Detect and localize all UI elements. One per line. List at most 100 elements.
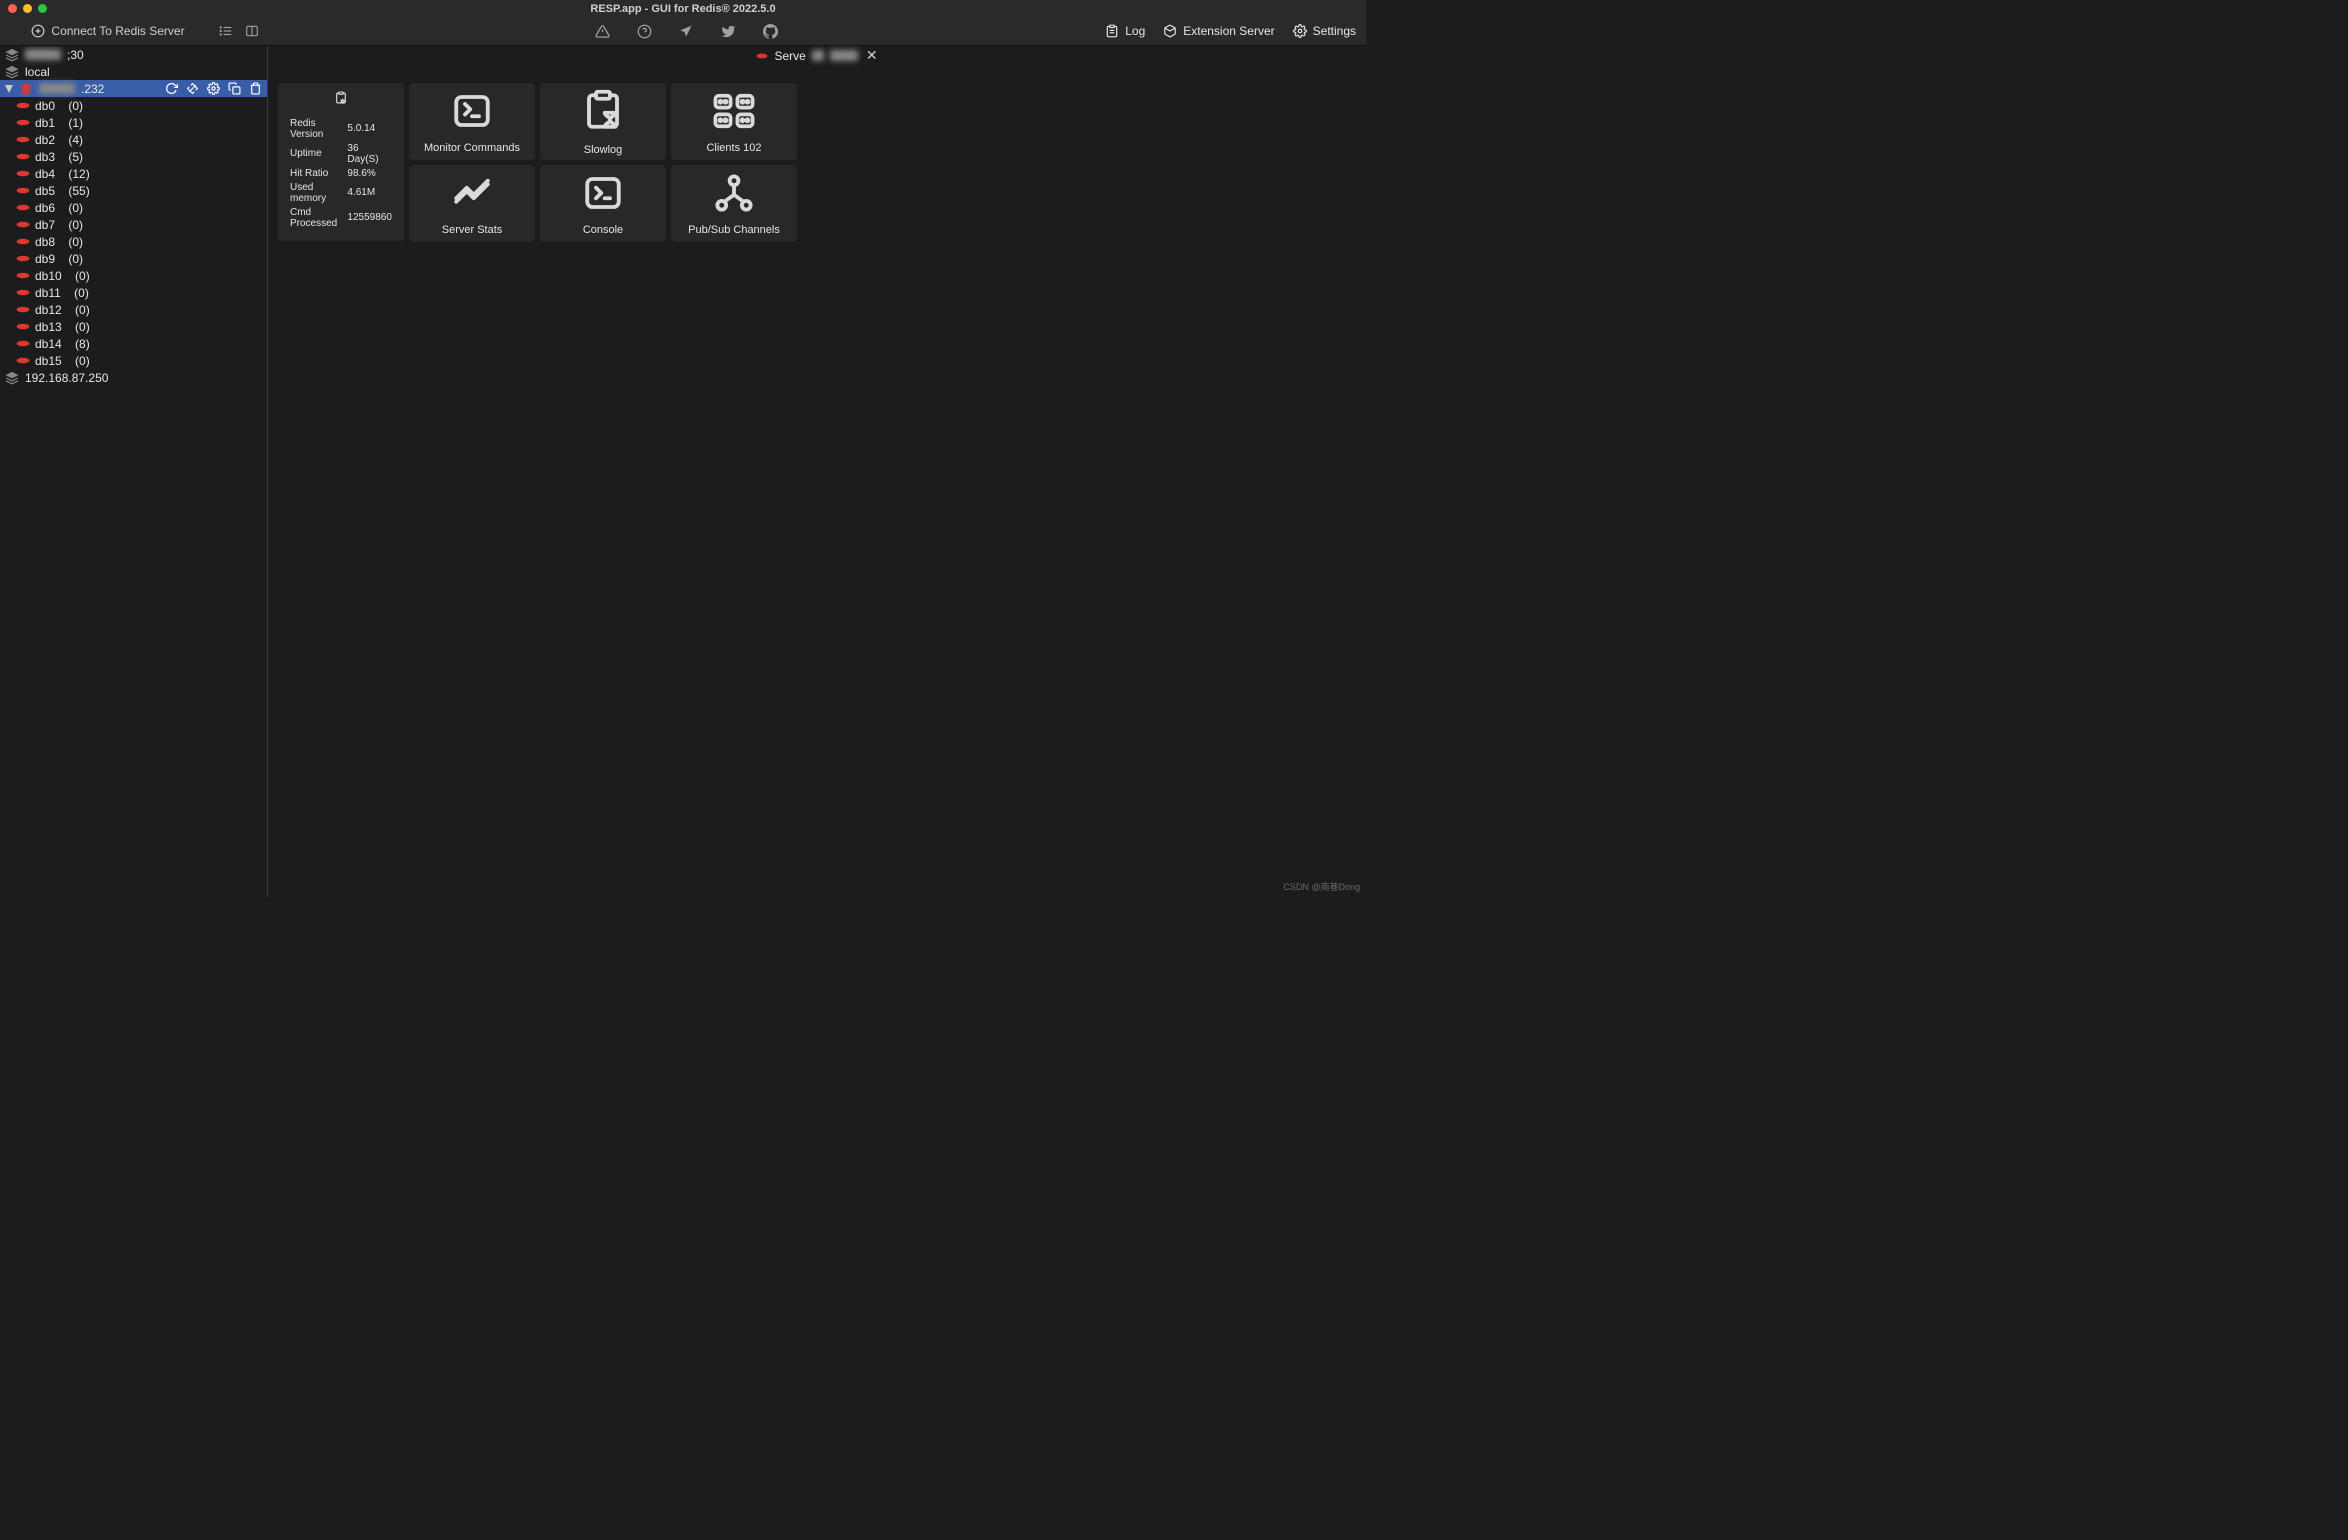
info-value: 98.6% xyxy=(343,167,392,179)
db-name: db3 xyxy=(35,150,55,164)
window-title: RESP.app - GUI for Redis® 2022.5.0 xyxy=(590,3,775,15)
info-value: 5.0.14 xyxy=(343,117,392,140)
db-row[interactable]: db9 (0) xyxy=(0,250,267,267)
db-count: (0) xyxy=(68,235,83,249)
redis-icon xyxy=(756,52,768,60)
log-label: Log xyxy=(1125,24,1145,38)
server-stats-label: Server Stats xyxy=(442,224,503,236)
db-row[interactable]: db3 (5) xyxy=(0,148,267,165)
db-name: db5 xyxy=(35,184,55,198)
db-name: db14 xyxy=(35,337,62,351)
info-label: Uptime xyxy=(290,142,341,165)
db-name: db0 xyxy=(35,99,55,113)
db-count: (12) xyxy=(68,167,89,181)
db-count: (0) xyxy=(75,354,90,368)
db-row[interactable]: db4 (12) xyxy=(0,165,267,182)
db-row[interactable]: db14 (8) xyxy=(0,335,267,352)
db-count: (0) xyxy=(75,320,90,334)
chart-icon xyxy=(451,172,493,214)
connect-to-server-button[interactable]: Connect To Redis Server xyxy=(6,21,210,41)
plus-circle-icon xyxy=(31,24,45,38)
github-icon[interactable] xyxy=(761,21,781,41)
network-icon xyxy=(713,172,755,214)
copy-icon[interactable] xyxy=(228,82,241,95)
db-name: db10 xyxy=(35,269,62,283)
plug-icon[interactable] xyxy=(186,82,199,95)
db-count: (0) xyxy=(68,252,83,266)
watermark: CSDN @南巷Dong xyxy=(1283,880,1360,893)
clipboard-hourglass-icon xyxy=(582,88,624,134)
info-label: Cmd Processed xyxy=(290,206,341,229)
db-count: (0) xyxy=(68,201,83,215)
db-row[interactable]: db10 (0) xyxy=(0,267,267,284)
db-row[interactable]: db0 (0) xyxy=(0,97,267,114)
extension-server-button[interactable]: Extension Server xyxy=(1163,24,1274,38)
minimize-window-button[interactable] xyxy=(23,4,32,13)
trash-icon[interactable] xyxy=(249,82,262,95)
info-value: 12559860 xyxy=(343,206,392,229)
db-count: (0) xyxy=(74,286,89,300)
settings-label: Settings xyxy=(1313,24,1356,38)
db-name: db9 xyxy=(35,252,55,266)
tab-label-hidden-1 xyxy=(812,50,824,61)
server-row[interactable]: ;30 xyxy=(0,46,267,63)
db-row[interactable]: db12 (0) xyxy=(0,301,267,318)
slowlog-label: Slowlog xyxy=(584,144,623,156)
main-area: ;30local.232 db0 (0)db1 (1)db2 (4)db3 (5… xyxy=(0,46,1366,897)
help-icon[interactable] xyxy=(635,21,655,41)
db-row[interactable]: db15 (0) xyxy=(0,352,267,369)
server-row[interactable]: local xyxy=(0,63,267,80)
server-info-card[interactable]: Redis Version5.0.14Uptime36 Day(S)Hit Ra… xyxy=(278,83,404,241)
db-name: db6 xyxy=(35,201,55,215)
db-name: db1 xyxy=(35,116,55,130)
clipboard-gear-icon xyxy=(319,91,363,105)
monitor-commands-card[interactable]: Monitor Commands xyxy=(409,83,535,160)
maximize-window-button[interactable] xyxy=(38,4,47,13)
connect-label: Connect To Redis Server xyxy=(51,24,184,38)
package-icon xyxy=(1163,24,1177,38)
db-count: (1) xyxy=(68,116,83,130)
settings-button[interactable]: Settings xyxy=(1293,24,1356,38)
server-row[interactable]: 192.168.87.250 xyxy=(0,369,267,386)
pubsub-card[interactable]: Pub/Sub Channels xyxy=(671,165,797,242)
db-row[interactable]: db7 (0) xyxy=(0,216,267,233)
info-label: Hit Ratio xyxy=(290,167,341,179)
extension-server-label: Extension Server xyxy=(1183,24,1274,38)
window-controls xyxy=(8,4,47,13)
tab-label: Serve xyxy=(774,49,805,63)
db-row[interactable]: db11 (0) xyxy=(0,284,267,301)
clients-card[interactable]: Clients 102 xyxy=(671,83,797,160)
content-pane: Serve ✕ Redis Version5.0.14Uptime36 Day(… xyxy=(268,46,1366,897)
slowlog-card[interactable]: Slowlog xyxy=(540,83,666,160)
monitor-commands-label: Monitor Commands xyxy=(424,142,520,154)
db-name: db12 xyxy=(35,303,62,317)
db-name: db7 xyxy=(35,218,55,232)
db-row[interactable]: db1 (1) xyxy=(0,114,267,131)
alert-icon[interactable] xyxy=(593,21,613,41)
telegram-icon[interactable] xyxy=(677,21,697,41)
info-label: Redis Version xyxy=(290,117,341,140)
close-tab-button[interactable]: ✕ xyxy=(866,47,878,64)
panel-toggle-icon[interactable] xyxy=(242,21,262,41)
tab-bar: Serve ✕ xyxy=(268,46,1366,65)
close-window-button[interactable] xyxy=(8,4,17,13)
refresh-icon[interactable] xyxy=(165,82,178,95)
list-view-icon[interactable] xyxy=(216,21,236,41)
db-row[interactable]: db13 (0) xyxy=(0,318,267,335)
db-row[interactable]: db6 (0) xyxy=(0,199,267,216)
grid-icon xyxy=(712,90,756,132)
console-card[interactable]: Console xyxy=(540,165,666,242)
log-button[interactable]: Log xyxy=(1105,24,1145,38)
console-icon xyxy=(582,172,624,214)
db-count: (0) xyxy=(75,269,90,283)
db-name: db2 xyxy=(35,133,55,147)
twitter-icon[interactable] xyxy=(719,21,739,41)
terminal-icon xyxy=(451,90,493,132)
connections-sidebar: ;30local.232 db0 (0)db1 (1)db2 (4)db3 (5… xyxy=(0,46,268,897)
db-row[interactable]: db2 (4) xyxy=(0,131,267,148)
server-stats-card[interactable]: Server Stats xyxy=(409,165,535,242)
server-row[interactable]: .232 xyxy=(0,80,267,97)
db-row[interactable]: db8 (0) xyxy=(0,233,267,250)
settings-icon[interactable] xyxy=(207,82,220,95)
db-row[interactable]: db5 (55) xyxy=(0,182,267,199)
